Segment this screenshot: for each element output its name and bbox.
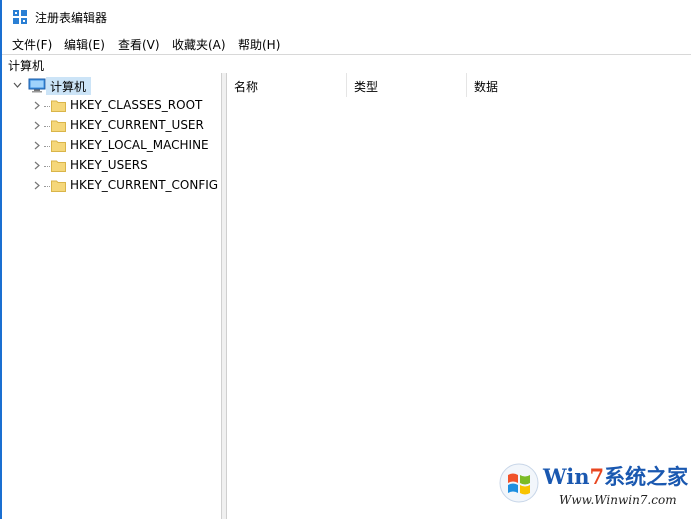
tree-hive-classes-root[interactable]: HKEY_CLASSES_ROOT [2, 97, 221, 115]
tree-hive-label[interactable]: HKEY_CURRENT_USER [70, 118, 204, 132]
values-list-pane[interactable]: 名称 类型 数据 [227, 73, 691, 519]
tree-hive-local-machine[interactable]: HKEY_LOCAL_MACHINE [2, 137, 221, 155]
menu-edit[interactable]: 编辑(E) [64, 36, 105, 53]
watermark-brand: Win7系统之家 [543, 461, 688, 491]
tree-hive-current-user[interactable]: HKEY_CURRENT_USER [2, 117, 221, 135]
tree-hive-label[interactable]: HKEY_CURRENT_CONFIG [70, 178, 218, 192]
chevron-right-icon[interactable] [33, 161, 42, 170]
menu-favorites[interactable]: 收藏夹(A) [172, 36, 226, 53]
menu-help[interactable]: 帮助(H) [238, 36, 280, 53]
watermark-brand-seven: 7 [589, 464, 605, 489]
menu-file[interactable]: 文件(F) [12, 36, 52, 53]
tree-hive-label[interactable]: HKEY_LOCAL_MACHINE [70, 138, 209, 152]
title-bar[interactable]: 注册表编辑器 [2, 0, 691, 32]
chevron-right-icon[interactable] [33, 121, 42, 130]
tree-hive-label[interactable]: HKEY_USERS [70, 158, 148, 172]
tree-hive-label[interactable]: HKEY_CLASSES_ROOT [70, 98, 202, 112]
registry-editor-icon [13, 10, 27, 24]
folder-icon [51, 100, 66, 112]
chevron-right-icon[interactable] [33, 101, 42, 110]
column-header-type[interactable]: 类型 [347, 73, 467, 97]
watermark-brand-cn: 系统之家 [604, 464, 689, 489]
chevron-right-icon[interactable] [33, 181, 42, 190]
windows-logo-icon [499, 463, 539, 503]
tree-hive-current-config[interactable]: HKEY_CURRENT_CONFIG [2, 177, 221, 195]
folder-icon [51, 180, 66, 192]
folder-icon [51, 120, 66, 132]
menu-bar: 文件(F) 编辑(E) 查看(V) 收藏夹(A) 帮助(H) [2, 33, 691, 53]
folder-icon [51, 140, 66, 152]
tree-hive-users[interactable]: HKEY_USERS [2, 157, 221, 175]
watermark-logo: Win7系统之家 Www.Winwin7.com [497, 459, 688, 515]
address-bar[interactable]: 计算机 [2, 54, 691, 74]
menu-view[interactable]: 查看(V) [118, 36, 160, 53]
chevron-right-icon[interactable] [33, 141, 42, 150]
address-path[interactable]: 计算机 [8, 57, 44, 74]
window-title: 注册表编辑器 [35, 11, 108, 25]
registry-editor-window: 注册表编辑器 文件(F) 编辑(E) 查看(V) 收藏夹(A) 帮助(H) 计算… [0, 0, 691, 519]
watermark-url: Www.Winwin7.com [559, 493, 677, 507]
folder-icon [51, 160, 66, 172]
tree-root-computer[interactable]: 计算机 [2, 77, 221, 95]
tree-pane[interactable]: 计算机 HKEY_CLASSES_ROOT HKEY_CURRENT_USER … [2, 73, 222, 519]
column-header-name[interactable]: 名称 [227, 73, 347, 97]
chevron-down-icon[interactable] [13, 81, 22, 90]
column-header-label: 数据 [474, 80, 499, 94]
column-header-label: 类型 [354, 80, 379, 94]
computer-icon [28, 78, 46, 93]
column-header-label: 名称 [234, 80, 259, 94]
watermark-brand-win: Win [543, 464, 590, 489]
column-header-data[interactable]: 数据 [467, 73, 667, 97]
tree-root-label[interactable]: 计算机 [50, 78, 86, 95]
